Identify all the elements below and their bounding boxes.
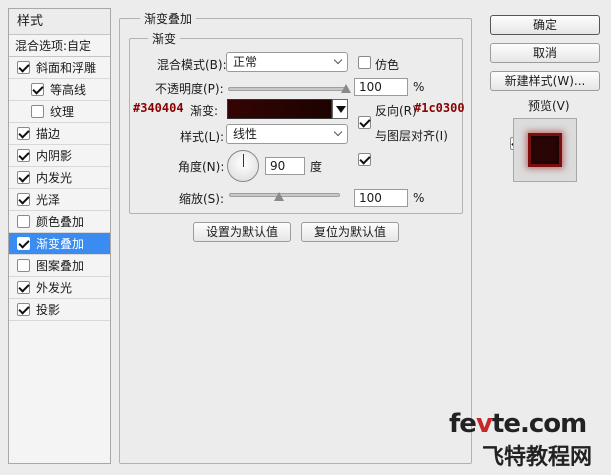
reverse-label: 反向(R) <box>375 104 417 118</box>
style-item[interactable]: 纹理 <box>9 101 110 123</box>
style-item[interactable]: 外发光 <box>9 277 110 299</box>
opacity-label: 不透明度(P): <box>155 82 224 96</box>
blend-mode-select[interactable]: 正常 <box>226 52 348 72</box>
style-item-checkbox[interactable] <box>17 281 30 294</box>
style-item[interactable]: 内阴影 <box>9 145 110 167</box>
style-item-checkbox[interactable] <box>17 215 30 228</box>
styles-header[interactable]: 样式 <box>9 9 110 35</box>
style-label: 样式(L): <box>180 130 225 144</box>
style-item[interactable]: 描边 <box>9 123 110 145</box>
align-with-layer-checkbox[interactable] <box>358 153 371 166</box>
scale-slider-track[interactable] <box>229 193 340 197</box>
watermark-en-suffix: te.com <box>491 409 587 439</box>
style-item-label: 光泽 <box>36 192 61 207</box>
cancel-button[interactable]: 取消 <box>490 43 600 63</box>
scale-input[interactable]: 100 <box>354 189 408 207</box>
style-item-checkbox[interactable] <box>17 171 30 184</box>
style-item-checkbox[interactable] <box>17 303 30 316</box>
angle-unit: 度 <box>310 160 323 174</box>
reset-to-default-button[interactable]: 复位为默认值 <box>301 222 399 242</box>
style-item-checkbox[interactable] <box>17 61 30 74</box>
annotation-end-color: #1c0300 <box>414 101 465 115</box>
style-item-checkbox[interactable] <box>17 127 30 140</box>
style-item-checkbox[interactable] <box>17 193 30 206</box>
blend-mode-value: 正常 <box>233 55 258 69</box>
opacity-input[interactable]: 100 <box>354 78 408 96</box>
dither-label: 仿色 <box>375 58 400 72</box>
style-preview-thumbnail <box>513 118 577 182</box>
gradient-label: 渐变: <box>190 104 219 118</box>
style-item[interactable]: 内发光 <box>9 167 110 189</box>
chevron-down-icon <box>333 55 343 65</box>
align-with-layer-label: 与图层对齐(I) <box>375 129 448 143</box>
opacity-unit: % <box>413 80 425 94</box>
gradient-swatch[interactable] <box>227 99 332 119</box>
angle-dial[interactable] <box>227 150 259 182</box>
new-style-button[interactable]: 新建样式(W)... <box>490 71 600 91</box>
style-item-label: 内阴影 <box>36 148 73 163</box>
blend-mode-label: 混合模式(B): <box>157 58 227 72</box>
style-item[interactable]: 渐变叠加 <box>9 233 110 255</box>
style-item-label: 等高线 <box>50 82 87 97</box>
style-item-label: 渐变叠加 <box>36 236 85 251</box>
style-item[interactable]: 投影 <box>9 299 110 321</box>
scale-slider-thumb[interactable] <box>273 192 284 201</box>
styles-panel: 样式 混合选项:自定 斜面和浮雕等高线纹理描边内阴影内发光光泽颜色叠加渐变叠加图… <box>8 8 111 464</box>
ok-button[interactable]: 确定 <box>490 15 600 35</box>
gradient-style-select[interactable]: 线性 <box>226 124 348 144</box>
watermark-en-accent: v <box>475 409 493 439</box>
style-item-label: 斜面和浮雕 <box>36 60 97 75</box>
style-list: 斜面和浮雕等高线纹理描边内阴影内发光光泽颜色叠加渐变叠加图案叠加外发光投影 <box>9 57 110 321</box>
gradient-picker-dropdown[interactable] <box>332 99 348 119</box>
blend-options-item[interactable]: 混合选项:自定 <box>9 35 110 57</box>
watermark-logo-cn: 飞特教程网 <box>482 445 593 470</box>
gradient-overlay-title: 渐变叠加 <box>140 10 197 27</box>
reverse-checkbox[interactable] <box>358 116 371 129</box>
chevron-down-icon <box>333 127 343 137</box>
style-item-label: 外发光 <box>36 280 73 295</box>
style-item-checkbox[interactable] <box>31 83 44 96</box>
style-item[interactable]: 等高线 <box>9 79 110 101</box>
set-as-default-button[interactable]: 设置为默认值 <box>193 222 291 242</box>
preview-swatch <box>528 133 562 167</box>
style-item-checkbox[interactable] <box>17 237 30 250</box>
gradient-group-title: 渐变 <box>148 30 181 47</box>
opacity-slider-track[interactable] <box>228 87 346 91</box>
style-item-label: 投影 <box>36 302 61 317</box>
style-item-label: 图案叠加 <box>36 258 85 273</box>
style-item-checkbox[interactable] <box>17 149 30 162</box>
scale-label: 缩放(S): <box>179 192 225 206</box>
watermark-logo-en: fevte.com <box>449 409 587 439</box>
watermark-en-prefix: fe <box>449 409 477 439</box>
style-item[interactable]: 斜面和浮雕 <box>9 57 110 79</box>
style-item-checkbox[interactable] <box>17 259 30 272</box>
opacity-slider-thumb[interactable] <box>341 84 351 93</box>
preview-label: 预览(V) <box>528 99 570 113</box>
style-item-label: 颜色叠加 <box>36 214 85 229</box>
gradient-style-value: 线性 <box>233 127 258 141</box>
scale-unit: % <box>413 191 425 205</box>
style-item[interactable]: 颜色叠加 <box>9 211 110 233</box>
style-item-label: 内发光 <box>36 170 73 185</box>
style-item[interactable]: 光泽 <box>9 189 110 211</box>
style-item-label: 纹理 <box>50 104 75 119</box>
style-item[interactable]: 图案叠加 <box>9 255 110 277</box>
dither-checkbox[interactable] <box>358 56 371 69</box>
angle-label: 角度(N): <box>178 160 225 174</box>
annotation-start-color: #340404 <box>133 101 184 115</box>
angle-input[interactable]: 90 <box>265 157 305 175</box>
style-item-label: 描边 <box>36 126 61 141</box>
style-item-checkbox[interactable] <box>31 105 44 118</box>
